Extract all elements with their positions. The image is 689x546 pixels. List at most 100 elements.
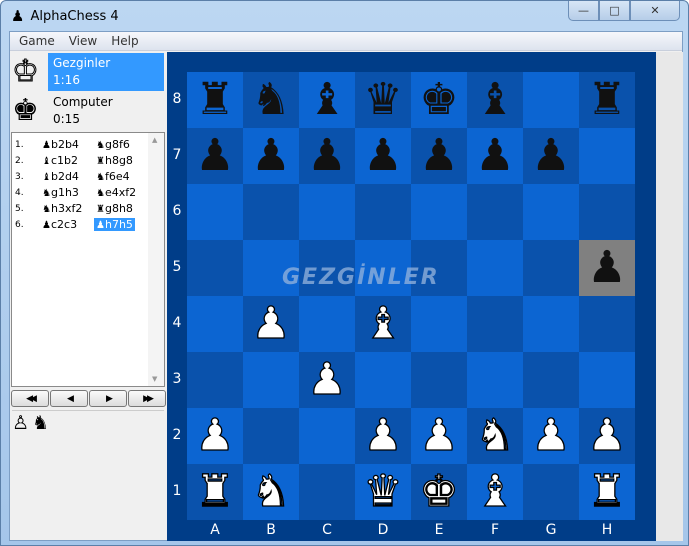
black-pawn-icon[interactable]: ♟ [307, 134, 346, 178]
chessboard[interactable]: GEZGİNLER ♜ ♞ ♝ ♛ ♚ ♝ ♜ ♟ ♟ ♟ ♟ ♟ ♟ ♟ ♟ ♟ ♝ ♟ ♟ ♟ ♟ ♞ ♟ ♟ ♜ ♞ ♛ ♚ ♝ ♜ [187, 72, 635, 520]
black-move[interactable]: ♞g8f6 [94, 138, 132, 151]
white-move[interactable]: ♟c2c3 [42, 218, 77, 231]
square-g5[interactable] [523, 240, 579, 296]
square-g4[interactable] [523, 296, 579, 352]
white-knight-icon[interactable]: ♞ [475, 413, 516, 458]
square-h8[interactable]: ♜ [579, 72, 635, 128]
square-f3[interactable] [467, 352, 523, 408]
square-c2[interactable] [299, 408, 355, 464]
square-h1[interactable]: ♜ [579, 464, 635, 520]
square-d7[interactable]: ♟ [355, 128, 411, 184]
white-pawn-icon[interactable]: ♟ [587, 413, 628, 458]
black-pawn-icon[interactable]: ♟ [475, 134, 514, 178]
white-move[interactable]: ♞g1h3 [42, 186, 79, 199]
white-move[interactable]: ♟b2b4 [42, 138, 79, 151]
white-pawn-icon[interactable]: ♟ [195, 413, 236, 458]
black-knight-icon[interactable]: ♞ [251, 78, 290, 122]
black-pawn-icon[interactable]: ♟ [587, 246, 626, 290]
black-queen-icon[interactable]: ♛ [363, 78, 402, 122]
black-king-icon[interactable]: ♚ [419, 78, 458, 122]
black-rook-icon[interactable]: ♜ [195, 78, 234, 122]
square-e6[interactable] [411, 184, 467, 240]
square-c6[interactable] [299, 184, 355, 240]
white-bishop-icon[interactable]: ♝ [363, 301, 404, 346]
square-f4[interactable] [467, 296, 523, 352]
square-f5[interactable] [467, 240, 523, 296]
square-h3[interactable] [579, 352, 635, 408]
square-c3[interactable]: ♟ [299, 352, 355, 408]
square-a8[interactable]: ♜ [187, 72, 243, 128]
move-list[interactable]: ▲ ▼ 1. ♟b2b4 ♞g8f6 2. ♝c1b2 ♜h8g8 3. ♝b2d4 … [11, 132, 165, 387]
close-button[interactable]: ✕ [630, 1, 680, 21]
black-move[interactable]: ♟h7h5 [94, 218, 135, 231]
square-a1[interactable]: ♜ [187, 464, 243, 520]
square-b4[interactable]: ♟ [243, 296, 299, 352]
white-move[interactable]: ♝b2d4 [42, 170, 79, 183]
square-f8[interactable]: ♝ [467, 72, 523, 128]
square-a2[interactable]: ♟ [187, 408, 243, 464]
square-d8[interactable]: ♛ [355, 72, 411, 128]
menu-view[interactable]: View [62, 32, 104, 50]
square-h4[interactable] [579, 296, 635, 352]
square-e1[interactable]: ♚ [411, 464, 467, 520]
menu-game[interactable]: Game [12, 32, 62, 50]
square-h7[interactable] [579, 128, 635, 184]
square-d2[interactable]: ♟ [355, 408, 411, 464]
square-e4[interactable] [411, 296, 467, 352]
square-g6[interactable] [523, 184, 579, 240]
square-b7[interactable]: ♟ [243, 128, 299, 184]
square-f6[interactable] [467, 184, 523, 240]
square-a5[interactable] [187, 240, 243, 296]
square-g2[interactable]: ♟ [523, 408, 579, 464]
white-pawn-icon[interactable]: ♟ [363, 413, 404, 458]
last-move-button[interactable]: ▶▶ [128, 390, 166, 407]
white-pawn-icon[interactable]: ♟ [531, 413, 572, 458]
prev-move-button[interactable]: ◀ [50, 390, 88, 407]
square-a7[interactable]: ♟ [187, 128, 243, 184]
black-rook-icon[interactable]: ♜ [587, 78, 626, 122]
black-move[interactable]: ♜h8g8 [94, 154, 135, 167]
first-move-button[interactable]: ◀◀ [11, 390, 49, 407]
square-g7[interactable]: ♟ [523, 128, 579, 184]
square-g3[interactable] [523, 352, 579, 408]
square-b1[interactable]: ♞ [243, 464, 299, 520]
square-a3[interactable] [187, 352, 243, 408]
square-f7[interactable]: ♟ [467, 128, 523, 184]
square-h6[interactable] [579, 184, 635, 240]
black-bishop-icon[interactable]: ♝ [307, 78, 346, 122]
menu-help[interactable]: Help [104, 32, 145, 50]
white-king-icon[interactable]: ♚ [419, 469, 460, 514]
square-c8[interactable]: ♝ [299, 72, 355, 128]
black-pawn-icon[interactable]: ♟ [531, 134, 570, 178]
square-d6[interactable] [355, 184, 411, 240]
black-bishop-icon[interactable]: ♝ [475, 78, 514, 122]
square-a6[interactable] [187, 184, 243, 240]
square-h2[interactable]: ♟ [579, 408, 635, 464]
square-f2[interactable]: ♞ [467, 408, 523, 464]
square-c4[interactable] [299, 296, 355, 352]
square-e3[interactable] [411, 352, 467, 408]
square-e7[interactable]: ♟ [411, 128, 467, 184]
black-move[interactable]: ♞f6e4 [94, 170, 132, 183]
white-rook-icon[interactable]: ♜ [195, 469, 236, 514]
white-knight-icon[interactable]: ♞ [251, 469, 292, 514]
white-queen-icon[interactable]: ♛ [363, 469, 404, 514]
square-d4[interactable]: ♝ [355, 296, 411, 352]
square-b3[interactable] [243, 352, 299, 408]
square-d1[interactable]: ♛ [355, 464, 411, 520]
white-pawn-icon[interactable]: ♟ [419, 413, 460, 458]
square-e2[interactable]: ♟ [411, 408, 467, 464]
square-f1[interactable]: ♝ [467, 464, 523, 520]
square-e8[interactable]: ♚ [411, 72, 467, 128]
square-b2[interactable] [243, 408, 299, 464]
square-d3[interactable] [355, 352, 411, 408]
square-c1[interactable] [299, 464, 355, 520]
black-move[interactable]: ♞e4xf2 [94, 186, 138, 199]
next-move-button[interactable]: ▶ [89, 390, 127, 407]
black-pawn-icon[interactable]: ♟ [363, 134, 402, 178]
square-g8[interactable] [523, 72, 579, 128]
square-b6[interactable] [243, 184, 299, 240]
black-pawn-icon[interactable]: ♟ [195, 134, 234, 178]
black-pawn-icon[interactable]: ♟ [251, 134, 290, 178]
scrollbar[interactable]: ▲ ▼ [148, 133, 164, 386]
